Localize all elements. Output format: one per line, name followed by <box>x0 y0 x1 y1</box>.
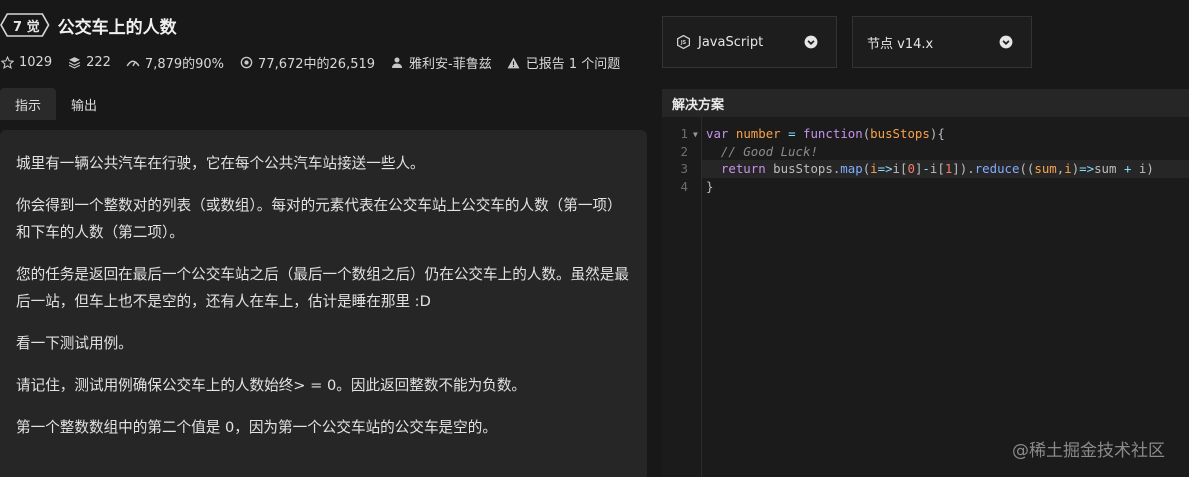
instruction-paragraph: 城里有一辆公共汽车在行驶，它在每个公共汽车站接送一些人。 <box>16 155 425 172</box>
runtime-version-select[interactable]: 节点 v14.x <box>852 16 1032 68</box>
language-value: JavaScript <box>698 34 764 50</box>
code-line: return busStops.map(i=>i[0]-i[1]).reduce… <box>720 161 1154 176</box>
code-lines: var number = function(busStops){ // Good… <box>706 125 1154 195</box>
stars-count: 1029 <box>19 55 53 70</box>
satisfaction-value: 7,879的90% <box>144 57 225 72</box>
warning-icon <box>507 56 521 70</box>
completions-value: 77,672中的26,519 <box>258 57 376 72</box>
line-number-gutter: 1 2 3 4 ▼ <box>662 117 702 477</box>
rank-badge: 7 觉 <box>0 13 50 37</box>
completions-stat: 77,672中的26,519 <box>239 53 375 72</box>
line-number: 4 <box>680 178 688 194</box>
layers-icon <box>67 56 81 70</box>
line-number: 3 <box>680 161 688 176</box>
language-select[interactable]: JS JavaScript <box>662 16 837 68</box>
solution-header: 解决方案 <box>662 89 1189 117</box>
collections-count: 222 <box>86 55 111 70</box>
kata-description-panel: 7 觉 公交车上的人数 1029 222 7,879的90% 77,672中的2… <box>0 0 655 477</box>
instruction-paragraph: 第一个整数数组中的第二个值是 0，因为第一个公交车站的公交车是空的。 <box>16 419 497 436</box>
issues-stat[interactable]: 已报告 1 个问题 <box>507 53 621 72</box>
target-icon <box>239 56 253 70</box>
fold-arrow-icon[interactable]: ▼ <box>693 126 698 144</box>
svg-text:JS: JS <box>680 40 687 46</box>
code-line: var number = function(busStops){ <box>706 126 945 141</box>
star-icon <box>0 56 14 70</box>
tab-instructions[interactable]: 指示 <box>0 88 57 120</box>
user-icon <box>390 56 404 70</box>
collections-stat[interactable]: 222 <box>67 55 111 70</box>
code-editor[interactable]: 1 2 3 4 ▼ var number = function(busStops… <box>662 117 1189 477</box>
satisfaction-stat: 7,879的90% <box>126 53 224 72</box>
thumb-icon <box>126 56 140 70</box>
kata-stats: 1029 222 7,879的90% 77,672中的26,519 雅利安-菲鲁… <box>0 53 635 72</box>
chevron-down-icon <box>804 35 818 49</box>
chevron-down-icon <box>999 35 1013 49</box>
version-value: 节点 v14.x <box>867 36 934 52</box>
kata-title-row: 7 觉 公交车上的人数 <box>0 12 177 38</box>
author-name: 雅利安-菲鲁兹 <box>409 57 492 72</box>
code-line: } <box>706 178 714 194</box>
javascript-icon: JS <box>677 35 690 49</box>
instruction-paragraph: 您的任务是返回在最后一个公交车站之后（最后一个数组之后）仍在公交车上的人数。虽然… <box>16 266 629 310</box>
author-stat[interactable]: 雅利安-菲鲁兹 <box>390 53 492 72</box>
instruction-paragraph: 看一下测试用例。 <box>16 335 133 352</box>
kata-page: 7 觉 公交车上的人数 1029 222 7,879的90% 77,672中的2… <box>0 0 1189 477</box>
watermark: @稀土掘金技术社区 <box>1012 441 1165 461</box>
line-number: 1 <box>680 126 688 141</box>
instruction-paragraph: 请记住，测试用例确保公交车上的人数始终> = 0。因此返回整数不能为负数。 <box>16 377 527 394</box>
code-line: // Good Luck! <box>720 143 818 159</box>
issues-label: 已报告 1 个问题 <box>525 57 621 72</box>
line-number: 2 <box>680 143 688 159</box>
rank-label: 7 觉 <box>13 19 40 35</box>
stars-stat[interactable]: 1029 <box>0 55 52 70</box>
description-tabs: 指示 输出 <box>0 88 112 120</box>
instructions-content: 城里有一辆公共汽车在行驶，它在每个公共汽车站接送一些人。 你会得到一个整数对的列… <box>0 130 647 477</box>
tab-output[interactable]: 输出 <box>56 88 112 120</box>
kata-title: 公交车上的人数 <box>57 17 177 38</box>
instruction-paragraph: 你会得到一个整数对的列表（或数组）。每对的元素代表在公交车站上公交车的人数（第一… <box>16 197 622 241</box>
